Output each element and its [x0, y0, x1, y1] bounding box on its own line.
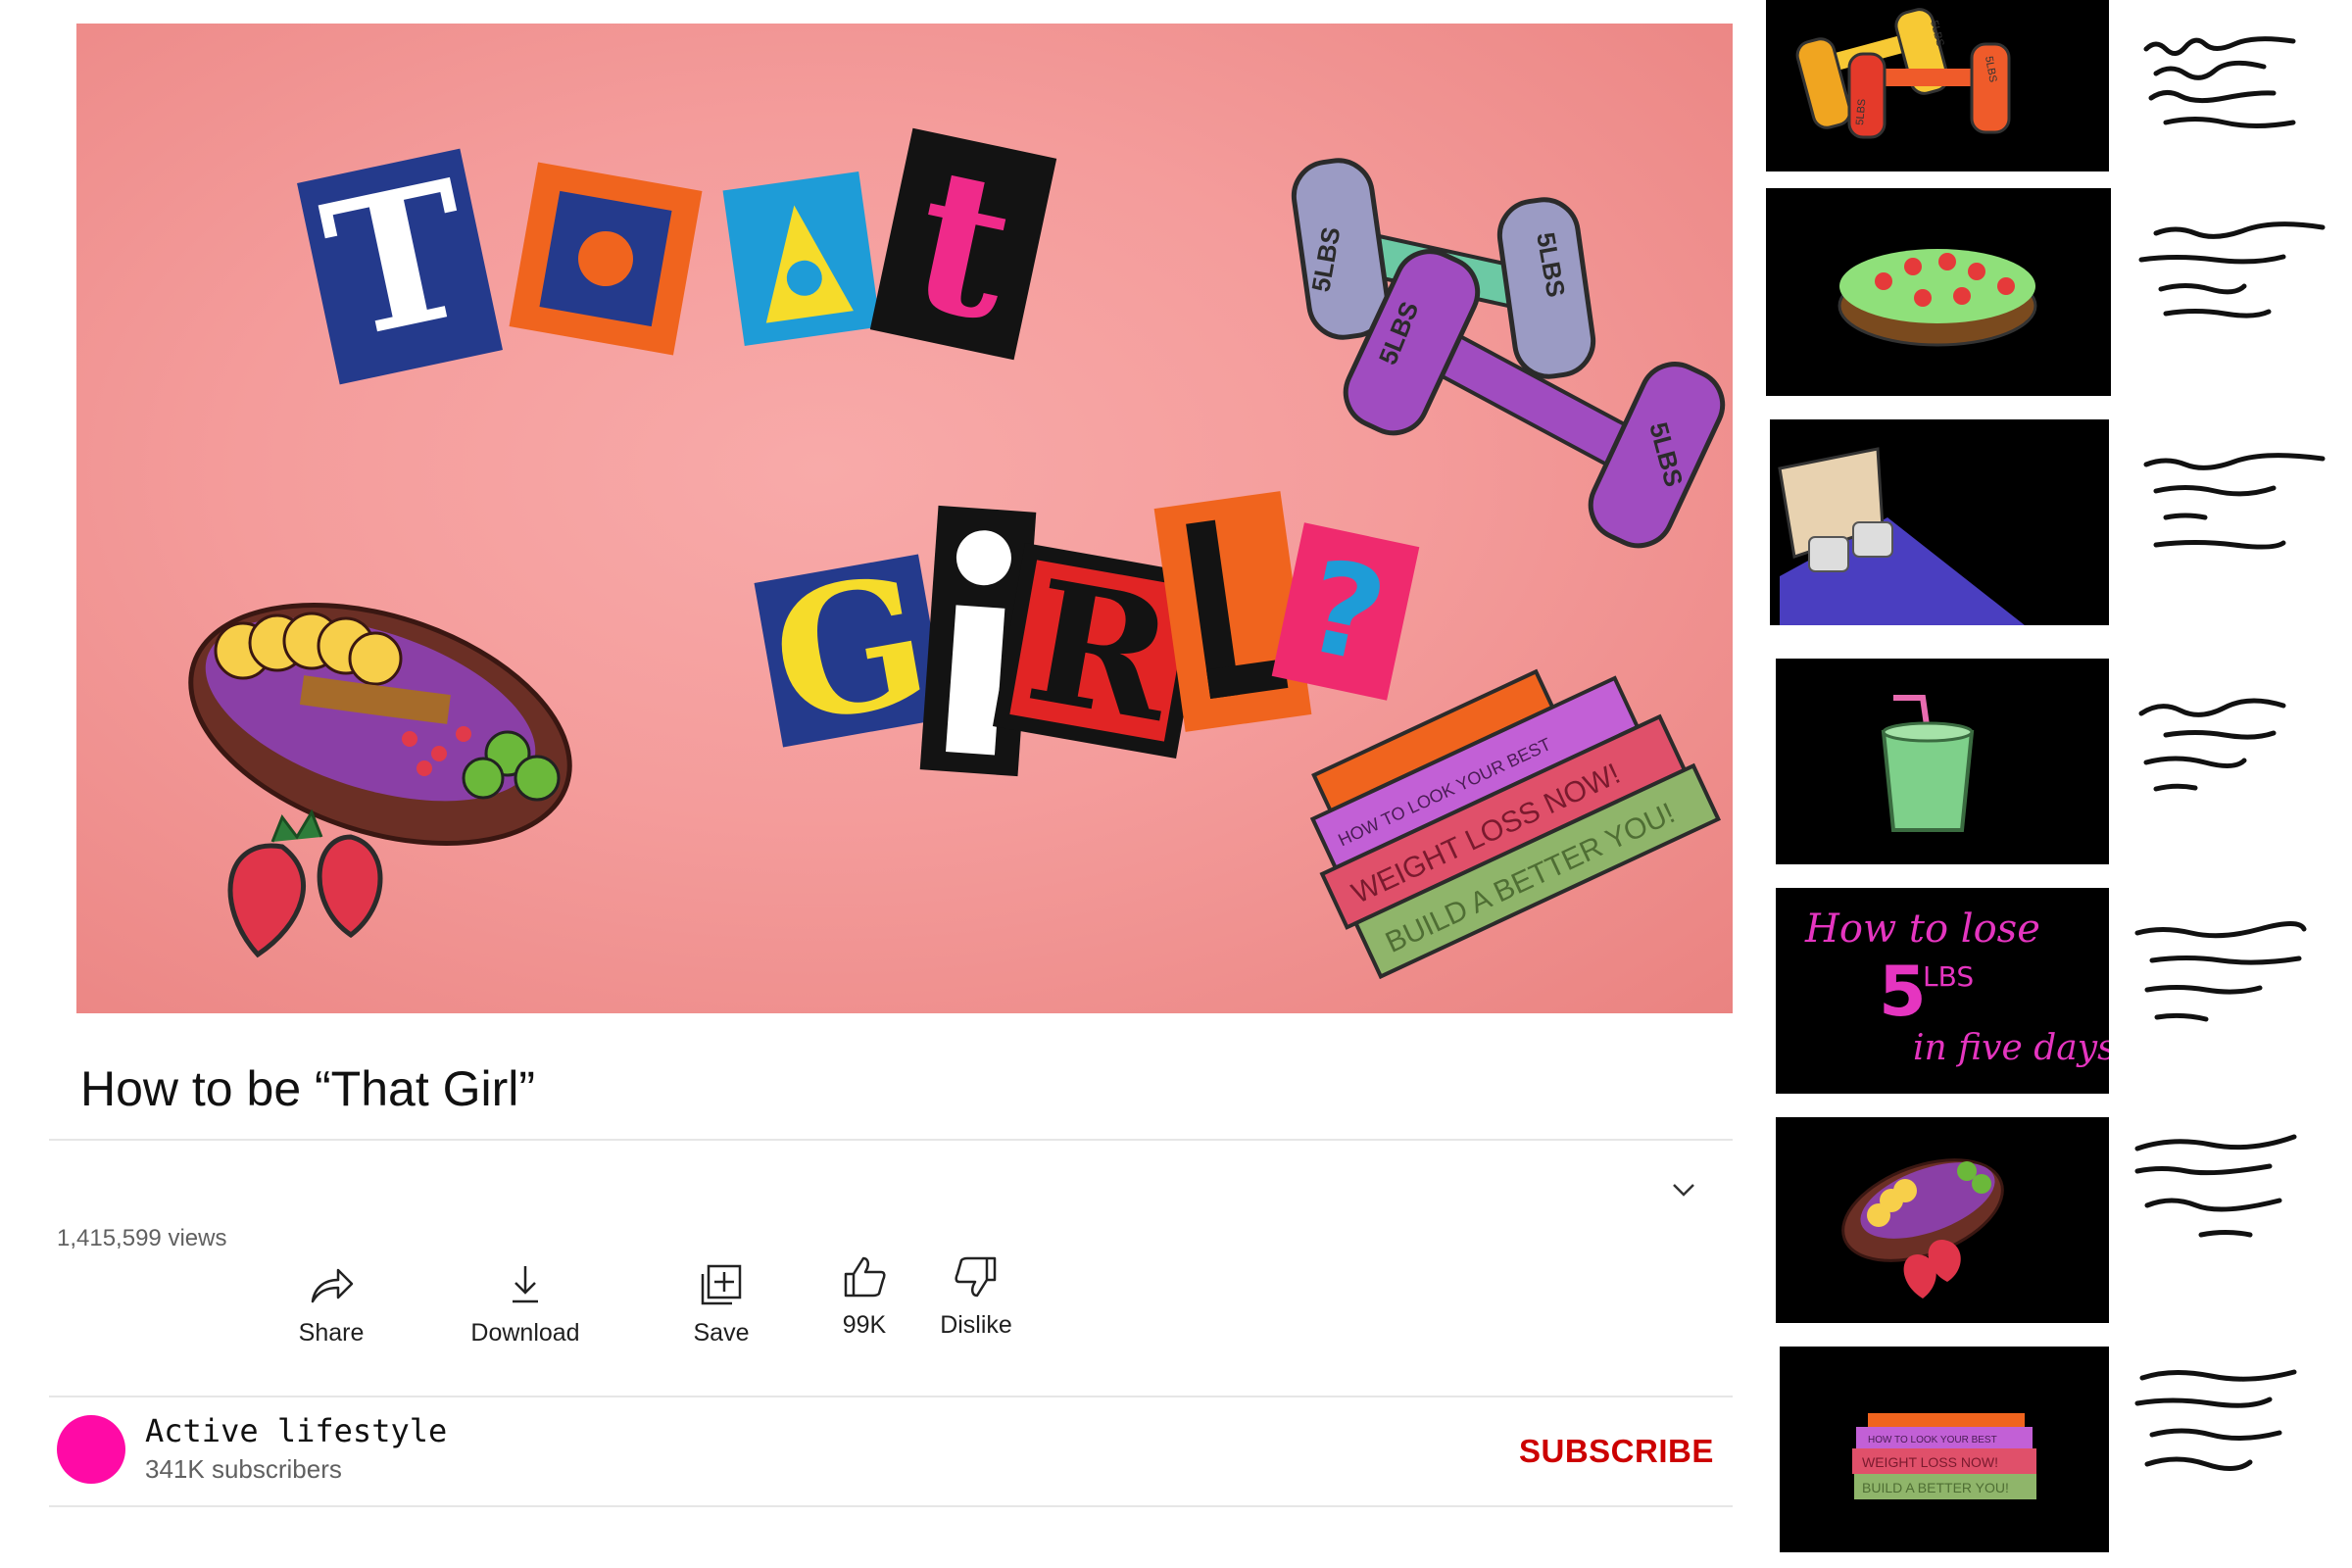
download-button[interactable]: Download: [457, 1258, 594, 1366]
related-video-details-placeholder: [2136, 686, 2332, 804]
subscribe-button[interactable]: SUBSCRIBE: [1519, 1433, 1714, 1470]
dislike-button[interactable]: Dislike: [907, 1250, 1045, 1358]
acai-bowl-illustration: [1841, 1158, 2004, 1298]
related-video-thumbnail-books[interactable]: HOW TO LOOK YOUR BEST WEIGHT LOSS NOW! B…: [1780, 1347, 2109, 1552]
svg-text:WEIGHT LOSS NOW!: WEIGHT LOSS NOW!: [1862, 1454, 1998, 1470]
svg-text:HOW TO LOOK YOUR BEST: HOW TO LOOK YOUR BEST: [1868, 1435, 1997, 1446]
expand-description-button[interactable]: [1666, 1172, 1701, 1207]
bed-illustration: [1778, 447, 2025, 625]
thumbs-up-icon: [844, 1256, 886, 1298]
video-title: How to be “That Girl”: [80, 1061, 536, 1116]
related-video-thumbnail-acai-bowl[interactable]: [1776, 1117, 2109, 1323]
video-thumbnail-artwork: T t G R ? 5LBS 5LBS 5LBS 5LBS HOW TO LOO…: [188, 122, 1726, 980]
related-video-details-placeholder: [2132, 911, 2328, 1029]
chevron-down-icon: [1673, 1184, 1694, 1197]
dumbbells-illustration: 5LBS 5LBS 5LBS: [1795, 8, 2011, 139]
text-card-illustration: How to lose 5 LBS in five days: [1804, 906, 2109, 1068]
channel-name[interactable]: Active lifestyle: [145, 1412, 447, 1449]
svg-text:How to lose: How to lose: [1804, 906, 2040, 952]
letter-t2-tile: t: [869, 122, 1057, 367]
save-button[interactable]: Save: [653, 1258, 790, 1366]
divider: [49, 1396, 1733, 1397]
related-video-details-placeholder: [2132, 1356, 2328, 1474]
divider: [49, 1139, 1733, 1141]
thumbs-down-icon: [955, 1256, 997, 1298]
letter-g-tile: G: [754, 535, 948, 765]
subscriber-count: 341K subscribers: [145, 1454, 342, 1484]
acai-bowl-illustration: [188, 602, 572, 958]
share-button[interactable]: Share: [263, 1258, 400, 1366]
svg-text:BUILD A BETTER YOU!: BUILD A BETTER YOU!: [1862, 1480, 2009, 1495]
video-player[interactable]: T t G R ? 5LBS 5LBS 5LBS 5LBS HOW TO LOO…: [76, 24, 1733, 1013]
save-to-playlist-icon: [701, 1264, 742, 1305]
divider: [49, 1505, 1733, 1507]
question-mark-tile: ?: [1271, 522, 1420, 701]
download-label: Download: [470, 1319, 580, 1347]
view-count: 1,415,599 views: [57, 1225, 227, 1251]
svg-text:LBS: LBS: [1923, 960, 1974, 993]
svg-text:in five days: in five days: [1913, 1028, 2109, 1068]
letter-a-tile: [722, 172, 881, 346]
letter-t-tile: T: [297, 139, 503, 385]
share-icon: [311, 1268, 354, 1303]
letter-h-tile: [509, 162, 703, 356]
save-label: Save: [693, 1319, 750, 1347]
related-video-thumbnail-text-card[interactable]: How to lose 5 LBS in five days: [1776, 888, 2109, 1094]
svg-text:5: 5: [1879, 952, 1927, 1032]
related-video-details-placeholder: [2136, 447, 2332, 564]
related-video-thumbnail-smoothie[interactable]: [1776, 659, 2109, 864]
related-video-details-placeholder: [2136, 29, 2332, 147]
download-icon: [513, 1266, 538, 1303]
svg-text:5LBS: 5LBS: [1854, 98, 1868, 125]
related-video-thumbnail-dumbbells[interactable]: 5LBS 5LBS 5LBS: [1766, 0, 2109, 172]
salad-bowl-illustration: [1838, 249, 2037, 347]
related-video-thumbnail-bed[interactable]: [1770, 419, 2109, 625]
dislike-label: Dislike: [940, 1311, 1012, 1339]
channel-avatar[interactable]: [57, 1415, 125, 1484]
share-label: Share: [298, 1319, 365, 1347]
related-video-details-placeholder: [2132, 1127, 2328, 1245]
book-stack-illustration: HOW TO LOOK YOUR BEST WEIGHT LOSS NOW! B…: [1852, 1413, 2036, 1499]
green-smoothie-illustration: [1881, 695, 1975, 832]
related-video-thumbnail-salad[interactable]: [1766, 188, 2111, 396]
related-video-details-placeholder: [2136, 216, 2332, 333]
